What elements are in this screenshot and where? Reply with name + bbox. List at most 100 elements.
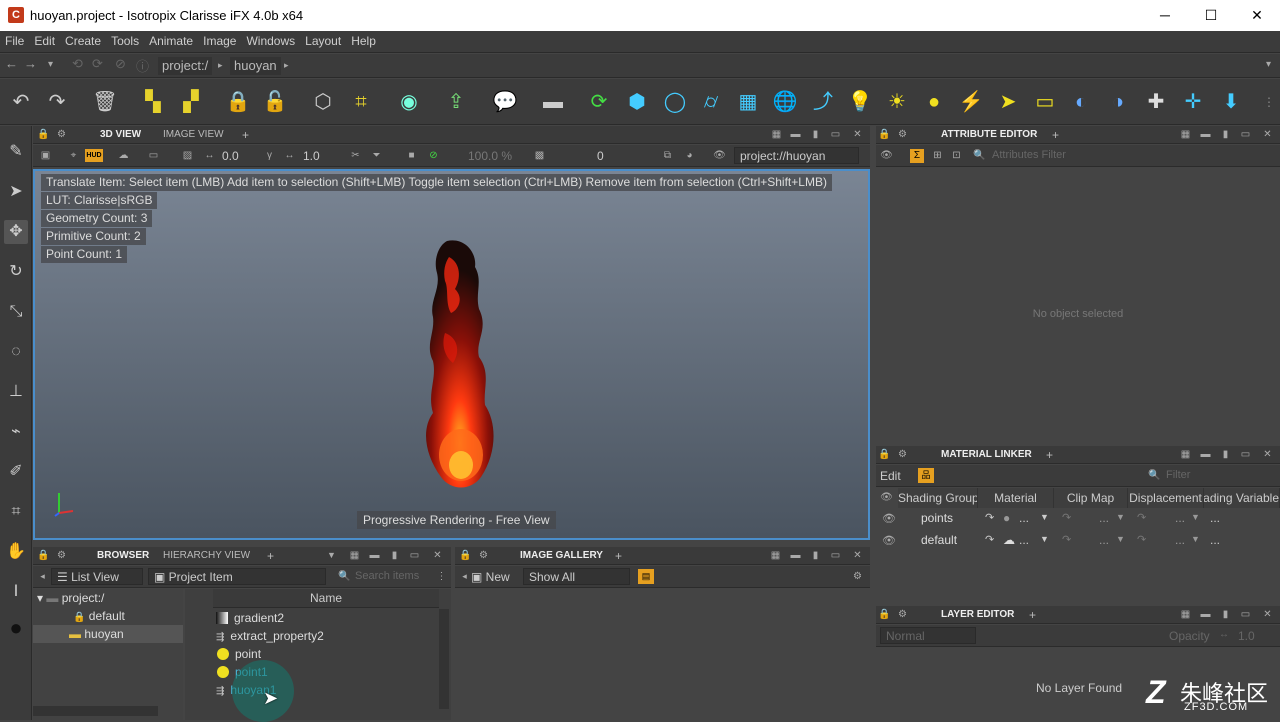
panel-lock-icon[interactable]: 🔒 xyxy=(878,128,891,141)
breadcrumb-huoyan[interactable]: huoyan xyxy=(230,57,281,75)
panel-settings-icon[interactable]: ⚙ xyxy=(896,448,909,461)
tree-item-default[interactable]: 🔒 default xyxy=(73,607,125,627)
split-horizontal-icon[interactable]: ▬ xyxy=(368,549,381,562)
grid-primitive-icon[interactable]: ▦ xyxy=(735,89,761,115)
material-value[interactable]: ... xyxy=(1019,533,1029,547)
frame-value[interactable]: 0 xyxy=(597,149,604,163)
cylinder-primitive-icon[interactable]: ⌭ xyxy=(698,89,724,115)
camera-icon[interactable]: ■ xyxy=(405,149,418,162)
blend-mode-dropdown[interactable]: Normal xyxy=(880,627,976,644)
split-horizontal-icon[interactable]: ▬ xyxy=(1199,128,1212,141)
maximize-button[interactable]: ☐ xyxy=(1188,0,1234,31)
globe-icon[interactable]: 🌐 xyxy=(772,89,798,115)
forward-arrow-icon[interactable]: → xyxy=(24,56,37,71)
material-linker-title[interactable]: MATERIAL LINKER xyxy=(941,446,1032,464)
view-mode-dropdown[interactable]: ☰ List View xyxy=(51,568,143,585)
panel-settings-icon[interactable]: ⚙ xyxy=(55,128,68,141)
grid-layout-icon[interactable]: ▦ xyxy=(769,549,782,562)
context-path-dropdown[interactable]: project://huoyan xyxy=(734,147,859,164)
column-name-header[interactable]: Name xyxy=(213,589,439,608)
visibility-eye-icon[interactable]: 👁 xyxy=(713,149,726,162)
list-scrollbar[interactable] xyxy=(439,609,449,709)
list-item[interactable]: ⇶ extract_property2 xyxy=(213,627,435,645)
3d-viewport[interactable]: Translate Item: Select item (LMB) Add it… xyxy=(33,169,870,540)
add-tab-button[interactable]: + xyxy=(1029,606,1036,624)
display-mode-icon[interactable]: ☁ xyxy=(117,149,130,162)
shading-icon[interactable]: ◕ xyxy=(683,149,696,162)
panel-settings-icon[interactable]: ⚙ xyxy=(896,608,909,621)
gamma-value[interactable]: 1.0 xyxy=(303,149,320,163)
refresh-icon[interactable]: ⟲ xyxy=(72,56,83,72)
attributes-filter-input[interactable]: Attributes Filter xyxy=(992,149,1066,161)
delete-icon[interactable]: 🗑 xyxy=(92,89,118,115)
point-light-icon[interactable]: ● xyxy=(921,89,947,115)
panel-settings-icon[interactable]: ⚙ xyxy=(896,128,909,141)
exposure-value[interactable]: 0.0 xyxy=(222,149,239,163)
move-tool-icon[interactable]: ✥ xyxy=(4,220,28,244)
back-arrow-icon[interactable]: ← xyxy=(5,56,18,71)
compare-icon[interactable]: ▩ xyxy=(533,149,546,162)
column-clip-map[interactable]: Clip Map xyxy=(1054,488,1128,508)
column-displacement[interactable]: Displacement xyxy=(1128,488,1204,508)
grid-layout-icon[interactable]: ▦ xyxy=(1179,128,1192,141)
texture-toggle-icon[interactable]: ▨ xyxy=(181,149,194,162)
add-tab-button[interactable]: + xyxy=(267,547,274,565)
cube-primitive-icon[interactable]: ⬢ xyxy=(624,89,650,115)
brush-tool-icon[interactable]: ✐ xyxy=(4,460,28,484)
split-vertical-icon[interactable]: ▮ xyxy=(1219,128,1232,141)
link-arrow-icon[interactable]: ↷ xyxy=(985,533,994,546)
tree-icon[interactable]: ⊞ xyxy=(931,149,944,162)
sphere-primitive-icon[interactable]: ◯ xyxy=(662,89,688,115)
close-button[interactable]: ✕ xyxy=(1234,0,1280,31)
panel-lock-icon[interactable]: 🔒 xyxy=(459,549,472,562)
grid-layout-icon[interactable]: ▦ xyxy=(1179,608,1192,621)
spot-light-icon[interactable]: ⚡ xyxy=(958,89,984,115)
grid-layout-icon[interactable]: ▦ xyxy=(348,549,361,562)
filter-type-dropdown[interactable]: ▣ Project Item xyxy=(148,568,326,585)
frame-all-icon[interactable]: ⌖ xyxy=(67,149,80,162)
scatter-icon[interactable]: ✚ xyxy=(1143,89,1169,115)
opacity-value[interactable]: 1.0 xyxy=(1238,629,1255,643)
panel-menu-dropdown-icon[interactable]: ▼ xyxy=(325,549,338,562)
zoom-value[interactable]: 100.0 % xyxy=(468,149,512,163)
column-shading-variable[interactable]: Shading Variable xyxy=(1204,488,1280,508)
tree-item-huoyan[interactable]: ▬ huoyan xyxy=(33,625,183,643)
panel-lock-icon[interactable]: 🔒 xyxy=(37,549,50,562)
import-icon[interactable]: ⇪ xyxy=(443,89,469,115)
panel-settings-icon[interactable]: ⚙ xyxy=(55,549,68,562)
render-toggle-icon[interactable]: ⊘ xyxy=(427,149,440,162)
menu-create[interactable]: Create xyxy=(60,31,106,51)
tab-3d-view[interactable]: 3D VIEW xyxy=(100,126,141,144)
select-tool-icon[interactable]: ➤ xyxy=(4,180,28,204)
hierarchy-icon[interactable]: 品 xyxy=(918,468,934,483)
visibility-eye-icon[interactable]: 👁 xyxy=(882,534,896,547)
options-icon[interactable]: ⋮ xyxy=(435,570,448,583)
search-items-input[interactable]: Search items xyxy=(355,570,419,582)
material-filter-input[interactable]: Filter xyxy=(1166,469,1190,481)
material-row[interactable]: 👁 default ↷ ☁ ... ▼ ↷ ... ▼ ↷ ... ▼ ... xyxy=(877,530,1280,552)
panel-lock-icon[interactable]: 🔒 xyxy=(37,128,50,141)
rotate-tool-icon[interactable]: ↻ xyxy=(4,260,28,284)
link-arrow-icon[interactable]: ↷ xyxy=(1137,511,1146,524)
gallery-settings-icon[interactable]: ⚙ xyxy=(851,570,864,583)
dropdown-arrow-icon[interactable]: ▼ xyxy=(1040,534,1049,544)
split-horizontal-icon[interactable]: ▬ xyxy=(789,549,802,562)
menu-animate[interactable]: Animate xyxy=(144,31,198,51)
list-item[interactable]: gradient2 xyxy=(213,609,435,627)
group-icon[interactable]: ▚ xyxy=(140,89,166,115)
address-dropdown-icon[interactable]: ▾ xyxy=(1266,59,1271,70)
dropdown-arrow-icon[interactable]: ▼ xyxy=(1116,534,1125,544)
tab-browser[interactable]: BROWSER xyxy=(97,547,149,565)
grid-layout-icon[interactable]: ▦ xyxy=(1179,448,1192,461)
dropdown-arrow-icon[interactable]: ▼ xyxy=(1191,534,1200,544)
dropdown-arrow-icon[interactable]: ▼ xyxy=(1040,512,1049,522)
displacement-value[interactable]: ... xyxy=(1175,511,1185,525)
add-tab-button[interactable]: + xyxy=(242,126,249,144)
visibility-eye-icon[interactable]: 👁 xyxy=(882,512,896,525)
split-vertical-icon[interactable]: ▮ xyxy=(809,128,822,141)
redo-icon[interactable]: ↷ xyxy=(44,89,70,115)
pin-icon[interactable]: ⊡ xyxy=(950,149,963,162)
add-tab-button[interactable]: + xyxy=(615,547,622,565)
clip-map-value[interactable]: ... xyxy=(1099,511,1109,525)
panel-lock-icon[interactable]: 🔒 xyxy=(878,608,891,621)
